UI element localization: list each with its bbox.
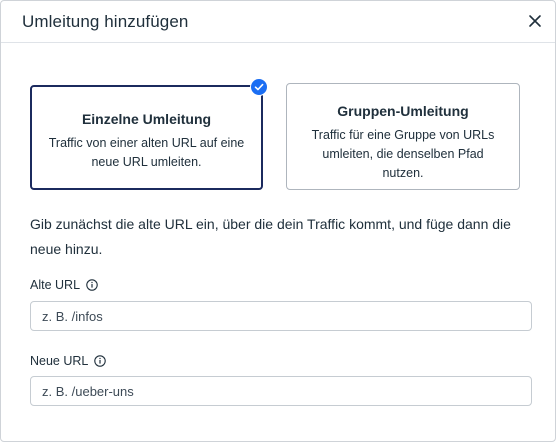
add-redirect-dialog: Umleitung hinzufügen Einzelne Umleitung … [0,0,556,442]
option-single-title: Einzelne Umleitung [81,111,212,127]
info-icon[interactable] [94,355,107,370]
info-icon[interactable] [86,279,98,294]
dialog-header: Umleitung hinzufügen [1,1,555,43]
option-group-redirect[interactable]: Gruppen-Umleitung Traffic für eine Grupp… [286,83,520,190]
option-group-title: Gruppen-Umleitung [337,103,469,119]
old-url-label: Alte URL [30,278,98,294]
option-single-redirect[interactable]: Einzelne Umleitung Traffic von einer alt… [30,85,263,190]
intro-text: Gib zunächst die alte URL ein, über die … [30,216,511,257]
option-single-description: Traffic von einer alten URL auf eine neu… [48,136,245,169]
new-url-input[interactable] [30,376,532,406]
option-group-description: Traffic für eine Gruppe von URLs umleite… [311,128,495,180]
dialog-title: Umleitung hinzufügen [22,12,189,31]
old-url-input[interactable] [30,301,532,331]
old-url-label-text: Alte URL [30,278,80,292]
new-url-label-text: Neue URL [30,354,88,368]
close-icon[interactable] [525,11,545,31]
selected-check-icon [250,78,268,96]
new-url-label: Neue URL [30,354,107,370]
